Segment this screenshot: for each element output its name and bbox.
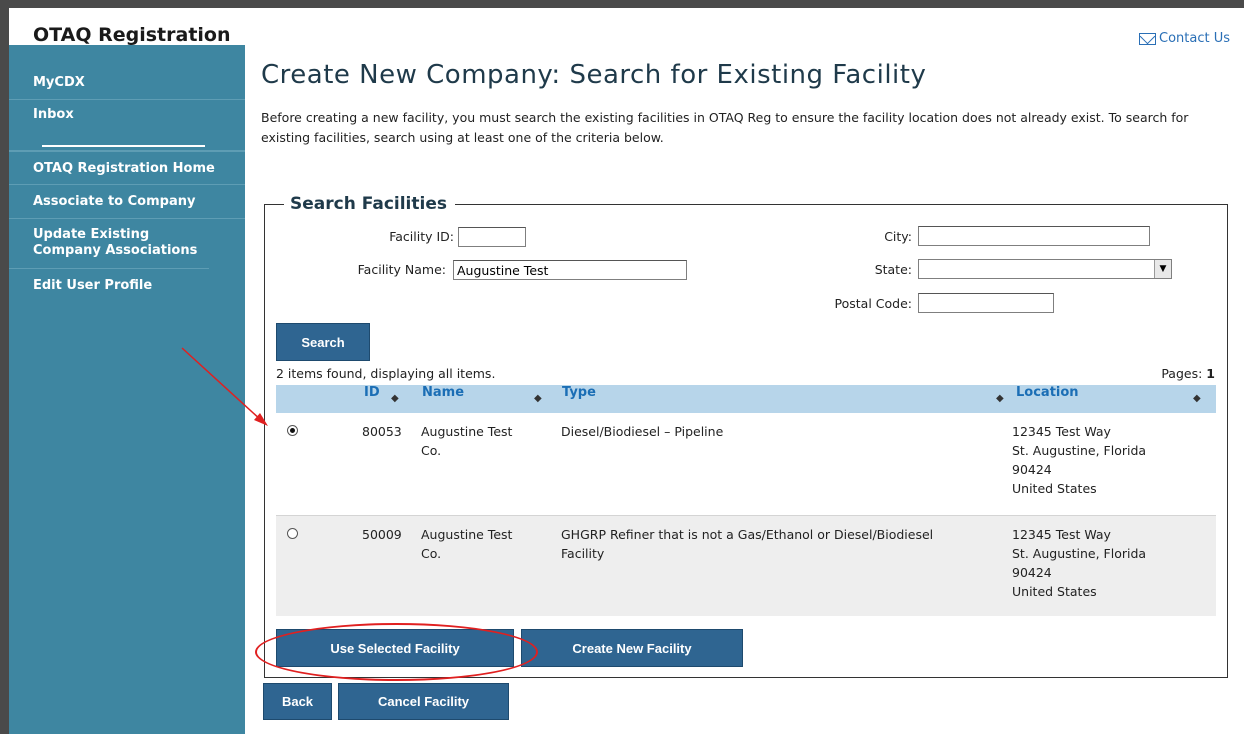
sidebar-item-update-associations[interactable]: Update Existing Company Associations xyxy=(9,219,209,269)
app-title: OTAQ Registration xyxy=(9,22,245,48)
window-left-edge xyxy=(0,8,9,734)
postal-code-label: Postal Code: xyxy=(834,296,912,311)
cancel-facility-button[interactable]: Cancel Facility xyxy=(338,683,509,720)
facility-id-input[interactable] xyxy=(458,227,526,247)
table-row: 50009 Augustine Test Co. GHGRP Refiner t… xyxy=(276,516,1216,616)
facility-type: GHGRP Refiner that is not a Gas/Ethanol … xyxy=(561,525,933,563)
sort-location-icon[interactable]: ◆ xyxy=(1193,385,1201,413)
facility-location: 12345 Test Way St. Augustine, Florida 90… xyxy=(1012,525,1146,601)
facility-id: 50009 xyxy=(362,527,402,542)
facility-name: Augustine Test Co. xyxy=(421,422,512,460)
location-postal: 90424 xyxy=(1012,565,1052,580)
results-table-header: ID ◆ Name ◆ Type ◆ Location ◆ xyxy=(276,385,1216,413)
state-select-value xyxy=(919,263,922,278)
table-row: 80053 Augustine Test Co. Diesel/Biodiese… xyxy=(276,413,1216,516)
facility-name-line1: Augustine Test xyxy=(421,424,513,439)
state-label: State: xyxy=(874,262,912,277)
window-top-bar xyxy=(0,0,1244,8)
facility-radio[interactable] xyxy=(287,528,298,539)
chevron-down-icon[interactable]: ▼ xyxy=(1154,260,1171,278)
sidebar-divider xyxy=(9,130,245,151)
facility-radio-selected[interactable] xyxy=(287,425,298,436)
facility-id: 80053 xyxy=(362,424,402,439)
search-facilities-legend: Search Facilities xyxy=(284,194,455,214)
sort-type-icon[interactable]: ◆ xyxy=(996,385,1004,413)
city-label: City: xyxy=(884,229,912,244)
pages-label: Pages: xyxy=(1161,366,1203,381)
column-header-id[interactable]: ID xyxy=(364,385,380,413)
sidebar-item-mycdx[interactable]: MyCDX xyxy=(9,66,245,100)
facility-name-label: Facility Name: xyxy=(357,262,446,277)
column-header-name[interactable]: Name xyxy=(422,385,464,413)
sidebar-item-associate-company[interactable]: Associate to Company xyxy=(9,185,245,219)
facility-name-input[interactable] xyxy=(453,260,687,280)
back-button[interactable]: Back xyxy=(263,683,332,720)
location-postal: 90424 xyxy=(1012,462,1052,477)
facility-id-label: Facility ID: xyxy=(389,229,454,244)
facility-name-line2: Co. xyxy=(421,546,442,561)
page-number[interactable]: 1 xyxy=(1206,366,1215,381)
postal-code-input[interactable] xyxy=(918,293,1054,313)
facility-name-line2: Co. xyxy=(421,443,442,458)
sort-id-icon[interactable]: ◆ xyxy=(391,385,399,413)
sidebar-item-otaq-home[interactable]: OTAQ Registration Home xyxy=(9,151,245,185)
use-selected-facility-button[interactable]: Use Selected Facility xyxy=(276,629,514,667)
city-input[interactable] xyxy=(918,226,1150,246)
page-intro: Before creating a new facility, you must… xyxy=(261,110,1189,145)
facility-name: Augustine Test Co. xyxy=(421,525,512,563)
facility-type-line2: Facility xyxy=(561,546,605,561)
column-header-type[interactable]: Type xyxy=(562,385,596,413)
pagination: Pages: 1 xyxy=(1161,366,1215,381)
column-header-location[interactable]: Location xyxy=(1016,385,1079,413)
contact-us-label: Contact Us xyxy=(1159,31,1230,46)
location-country: United States xyxy=(1012,481,1097,496)
location-country: United States xyxy=(1012,584,1097,599)
mail-icon xyxy=(1139,32,1156,45)
facility-location: 12345 Test Way St. Augustine, Florida 90… xyxy=(1012,422,1146,498)
location-city: St. Augustine, Florida xyxy=(1012,443,1147,458)
results-summary: 2 items found, displaying all items. xyxy=(276,366,496,381)
facility-type: Diesel/Biodiesel – Pipeline xyxy=(561,424,724,439)
facility-name-line1: Augustine Test xyxy=(421,527,513,542)
sidebar-item-inbox[interactable]: Inbox xyxy=(9,100,245,130)
sidebar-nav: MyCDX Inbox OTAQ Registration Home Assoc… xyxy=(9,66,245,303)
page-title: Create New Company: Search for Existing … xyxy=(261,60,927,90)
search-button[interactable]: Search xyxy=(276,323,370,361)
state-select[interactable]: ▼ xyxy=(918,259,1172,279)
location-city: St. Augustine, Florida xyxy=(1012,546,1147,561)
location-street: 12345 Test Way xyxy=(1012,527,1111,542)
sidebar-item-edit-profile[interactable]: Edit User Profile xyxy=(9,269,245,303)
facility-type-line1: GHGRP Refiner that is not a Gas/Ethanol … xyxy=(561,527,934,542)
contact-us-link[interactable]: Contact Us xyxy=(1139,31,1230,46)
sort-name-icon[interactable]: ◆ xyxy=(534,385,542,413)
create-new-facility-button[interactable]: Create New Facility xyxy=(521,629,743,667)
location-street: 12345 Test Way xyxy=(1012,424,1111,439)
